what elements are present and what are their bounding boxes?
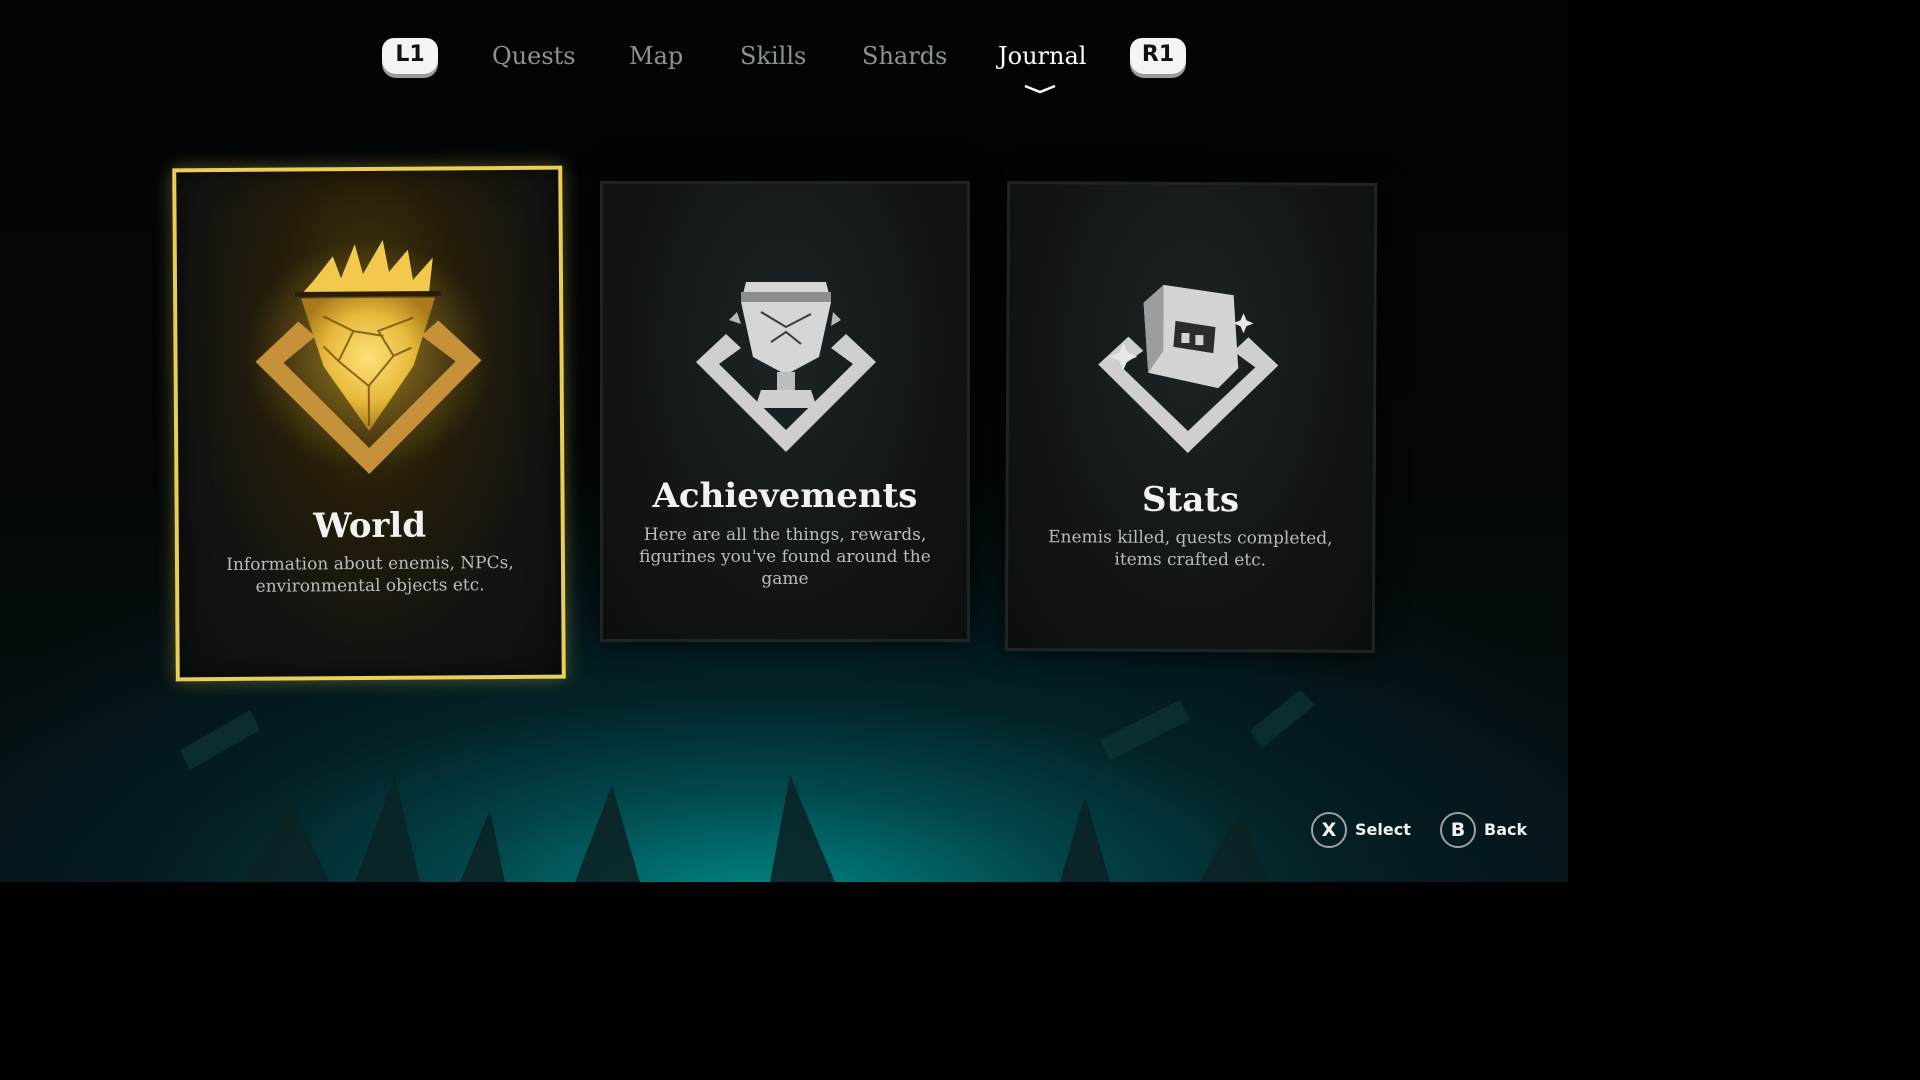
tab-shards[interactable]: Shards — [862, 42, 947, 70]
r1-button[interactable]: R1 — [1130, 38, 1186, 74]
top-navigation: L1 Quests Map Skills Shards Journal R1 — [0, 30, 1568, 100]
tab-skills[interactable]: Skills — [740, 42, 806, 70]
journal-menu-screen: L1 Quests Map Skills Shards Journal R1 W… — [0, 0, 1568, 882]
card-world-description: Information about enemis, NPCs, environm… — [226, 552, 514, 597]
card-world[interactable]: World Information about enemis, NPCs, en… — [172, 165, 566, 682]
select-prompt[interactable]: X Select — [1311, 812, 1411, 848]
x-button-icon: X — [1311, 812, 1347, 848]
tab-journal[interactable]: Journal — [998, 42, 1086, 70]
b-button-icon: B — [1440, 812, 1476, 848]
card-world-title: World — [313, 505, 427, 547]
tab-map[interactable]: Map — [629, 42, 683, 70]
card-achievements-title: Achievements — [652, 476, 918, 516]
l1-button[interactable]: L1 — [382, 38, 438, 74]
active-tab-chevron-icon — [1024, 84, 1056, 94]
card-achievements-description: Here are all the things, rewards, figuri… — [639, 525, 931, 589]
tab-quests[interactable]: Quests — [492, 42, 576, 70]
card-stats[interactable]: Stats Enemis killed, quests completed, i… — [1004, 181, 1378, 653]
trophy-icon — [696, 282, 876, 452]
crown-diamond-icon — [243, 239, 494, 474]
back-prompt[interactable]: B Back — [1440, 812, 1530, 848]
card-stats-title: Stats — [1141, 479, 1240, 521]
card-achievements[interactable]: Achievements Here are all the things, re… — [600, 181, 970, 642]
back-label: Back — [1484, 820, 1528, 839]
select-label: Select — [1355, 820, 1411, 839]
card-stats-description: Enemis killed, quests completed, items c… — [1048, 527, 1333, 571]
stats-book-icon — [1098, 284, 1279, 453]
